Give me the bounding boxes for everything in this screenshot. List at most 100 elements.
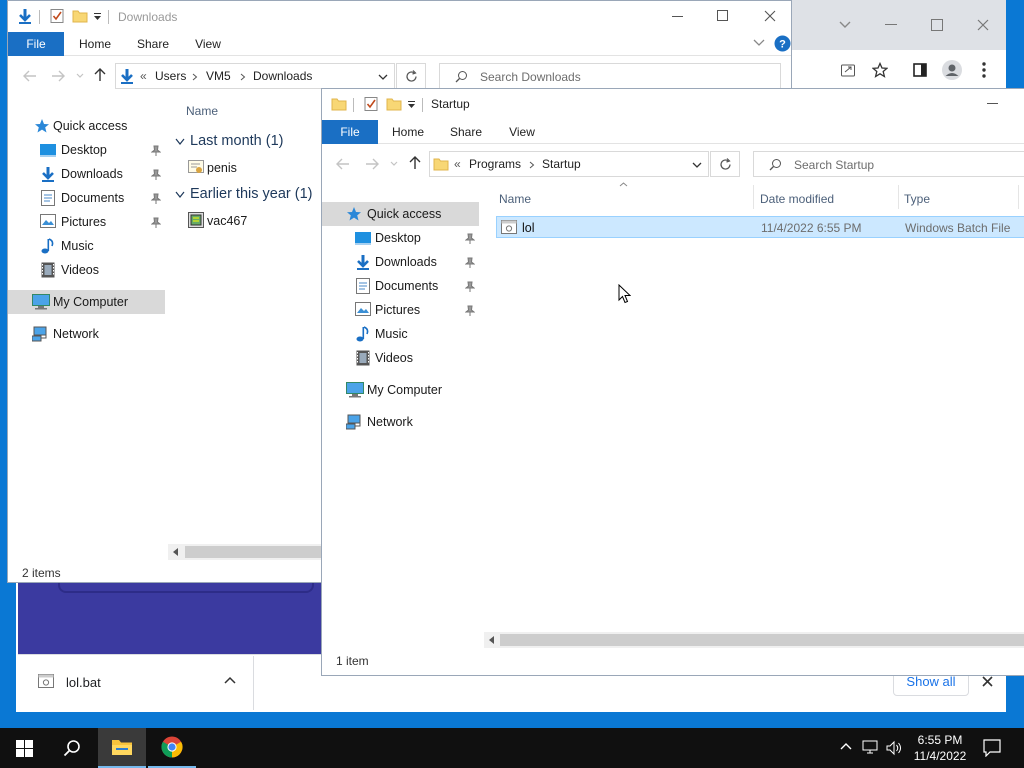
clock-date[interactable]: 11/4/2022: [905, 749, 975, 763]
search-box[interactable]: Search Startup: [753, 151, 1024, 177]
tab-file[interactable]: File: [322, 120, 378, 144]
nav-videos[interactable]: Videos: [61, 259, 99, 281]
column-divider[interactable]: [753, 185, 754, 209]
maximize-icon[interactable]: [717, 10, 729, 22]
customize-toolbar-dropdown-icon[interactable]: [93, 10, 102, 22]
nav-quick-access[interactable]: Quick access: [53, 115, 127, 137]
scroll-left-arrow-icon[interactable]: [173, 548, 179, 556]
recent-locations-chevron-icon[interactable]: [390, 161, 398, 167]
maximize-icon[interactable]: [926, 14, 948, 36]
back-arrow-icon[interactable]: [336, 158, 350, 170]
column-header-date-modified[interactable]: Date modified: [760, 192, 834, 206]
group-header-last-month[interactable]: Last month (1): [190, 133, 284, 149]
group-header-earlier-this-year[interactable]: Earlier this year (1): [190, 186, 312, 202]
address-dropdown-icon[interactable]: [378, 74, 388, 80]
column-divider[interactable]: [1018, 185, 1019, 209]
clock-time[interactable]: 6:55 PM: [905, 733, 975, 747]
breadcrumb-overflow[interactable]: «: [454, 157, 461, 171]
breadcrumb-downloads[interactable]: Downloads: [253, 69, 312, 83]
nav-network[interactable]: Network: [53, 323, 99, 345]
taskbar-chrome[interactable]: [148, 728, 196, 768]
file-item-name[interactable]: penis: [207, 161, 237, 175]
nav-desktop[interactable]: Desktop: [61, 139, 107, 161]
kebab-menu-icon[interactable]: [974, 60, 994, 80]
nav-music[interactable]: Music: [375, 323, 408, 345]
breadcrumb-overflow[interactable]: «: [140, 69, 147, 83]
tab-home[interactable]: Home: [384, 120, 432, 144]
properties-checkbox-icon[interactable]: [364, 96, 379, 112]
close-icon[interactable]: [764, 10, 776, 22]
table-row[interactable]: lol 11/4/2022 6:55 PM Windows Batch File: [496, 216, 1024, 238]
minimize-icon[interactable]: [987, 102, 999, 106]
horizontal-scrollbar[interactable]: [168, 544, 321, 560]
recent-locations-chevron-icon[interactable]: [76, 73, 84, 79]
column-header-name[interactable]: Name: [186, 104, 218, 118]
start-button[interactable]: [0, 728, 48, 768]
column-header-type[interactable]: Type: [904, 192, 930, 206]
new-folder-icon[interactable]: [72, 8, 88, 24]
breadcrumb-vm5[interactable]: VM5: [206, 69, 231, 83]
network-tray-icon[interactable]: [862, 740, 880, 756]
nav-desktop[interactable]: Desktop: [375, 227, 421, 249]
properties-checkbox-icon[interactable]: [50, 8, 65, 24]
taskbar-file-explorer[interactable]: [98, 728, 146, 768]
group-collapse-chevron-icon[interactable]: [175, 191, 185, 199]
tab-home[interactable]: Home: [70, 32, 120, 56]
nav-my-computer[interactable]: My Computer: [367, 379, 442, 401]
tab-file[interactable]: File: [8, 32, 64, 56]
scrollbar-thumb[interactable]: [500, 634, 1024, 646]
scrollbar-thumb[interactable]: [185, 546, 321, 558]
forward-arrow-icon[interactable]: [365, 158, 379, 170]
chevron-down-icon[interactable]: [834, 14, 856, 36]
refresh-button[interactable]: [396, 63, 426, 89]
refresh-button[interactable]: [710, 151, 740, 177]
nav-my-computer[interactable]: My Computer: [53, 291, 128, 313]
nav-downloads[interactable]: Downloads: [375, 251, 437, 273]
breadcrumb-programs[interactable]: Programs: [469, 157, 521, 171]
tab-share[interactable]: Share: [441, 120, 491, 144]
new-folder-icon[interactable]: [386, 96, 402, 112]
tab-view[interactable]: View: [498, 120, 546, 144]
nav-pictures[interactable]: Pictures: [375, 299, 420, 321]
minimize-icon[interactable]: [672, 11, 684, 21]
breadcrumb-startup[interactable]: Startup: [542, 157, 581, 171]
download-item[interactable]: lol.bat: [18, 656, 254, 710]
help-icon[interactable]: ?: [774, 35, 791, 52]
minimize-icon[interactable]: [880, 14, 902, 36]
up-arrow-icon[interactable]: [409, 156, 421, 170]
notification-center-icon[interactable]: [983, 739, 1001, 757]
up-arrow-icon[interactable]: [94, 68, 106, 82]
chevron-up-icon[interactable]: [840, 742, 852, 750]
horizontal-scrollbar[interactable]: [484, 632, 1024, 648]
chevron-up-icon[interactable]: [224, 676, 236, 684]
customize-toolbar-dropdown-icon[interactable]: [407, 98, 416, 110]
column-header-name[interactable]: Name: [499, 192, 531, 206]
nav-pictures[interactable]: Pictures: [61, 211, 106, 233]
nav-videos[interactable]: Videos: [375, 347, 413, 369]
nav-quick-access[interactable]: Quick access: [367, 203, 441, 225]
bookmark-star-icon[interactable]: [870, 60, 890, 80]
expand-ribbon-icon[interactable]: [753, 39, 765, 47]
side-panel-icon[interactable]: [910, 60, 930, 80]
breadcrumb-users[interactable]: Users: [155, 69, 186, 83]
group-collapse-chevron-icon[interactable]: [175, 138, 185, 146]
search-box[interactable]: Search Downloads: [439, 63, 781, 89]
profile-avatar-icon[interactable]: [942, 60, 962, 80]
nav-documents[interactable]: Documents: [375, 275, 438, 297]
address-bar[interactable]: « Users VM5 Downloads: [115, 63, 395, 89]
column-divider[interactable]: [898, 185, 899, 209]
scroll-left-arrow-icon[interactable]: [489, 636, 495, 644]
address-dropdown-icon[interactable]: [692, 162, 702, 168]
share-icon[interactable]: [838, 60, 858, 80]
nav-documents[interactable]: Documents: [61, 187, 124, 209]
tab-share[interactable]: Share: [128, 32, 178, 56]
nav-music[interactable]: Music: [61, 235, 94, 257]
back-arrow-icon[interactable]: [23, 70, 37, 82]
volume-speaker-icon[interactable]: [886, 740, 902, 756]
address-bar[interactable]: « Programs Startup: [429, 151, 709, 177]
close-icon[interactable]: [972, 14, 994, 36]
file-item-name[interactable]: vac467: [207, 214, 247, 228]
nav-downloads[interactable]: Downloads: [61, 163, 123, 185]
nav-network[interactable]: Network: [367, 411, 413, 433]
search-button[interactable]: [48, 728, 96, 768]
